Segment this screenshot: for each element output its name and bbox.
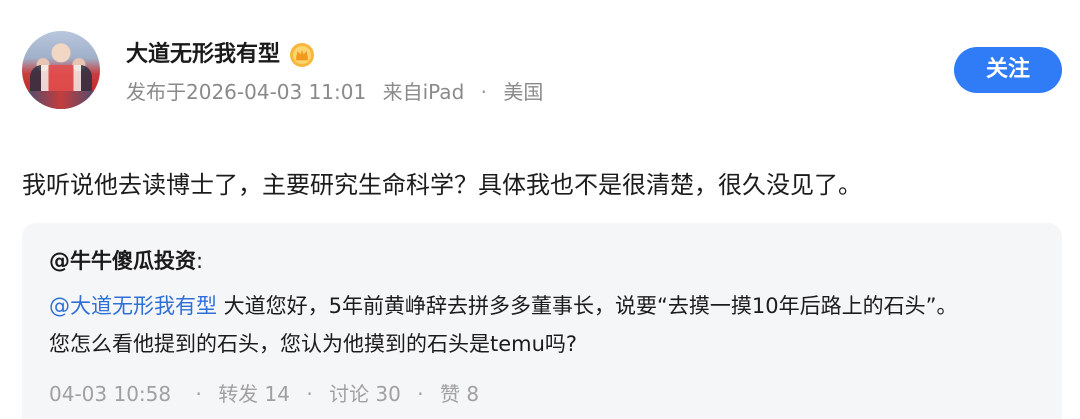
post-header: 大道无形我有型 发布于2026-04-03 11:01 来自iPad · 美国 … xyxy=(22,31,1062,111)
quoted-text: @大道无形我有型 大道您好，5年前黄峥辞去拼多多董事长，说要“去摸一摸10年后路… xyxy=(49,287,1049,363)
quoted-author-name[interactable]: @牛牛傻瓜投资 xyxy=(49,249,196,273)
post-meta: 发布于2026-04-03 11:01 来自iPad · 美国 xyxy=(126,77,543,107)
quoted-text-line2: 您怎么看他提到的石头，您认为他摸到的石头是temu吗? xyxy=(49,332,578,356)
username[interactable]: 大道无形我有型 xyxy=(126,39,280,71)
footer-separator: · xyxy=(195,382,202,406)
like-count[interactable]: 赞 8 xyxy=(440,382,479,406)
user-avatar[interactable] xyxy=(22,31,100,109)
repost-count[interactable]: 转发 14 xyxy=(218,382,290,406)
meta-separator: · xyxy=(480,80,487,104)
comment-count[interactable]: 讨论 30 xyxy=(329,382,401,406)
vip-crown-badge-icon[interactable] xyxy=(289,42,315,68)
quoted-author: @牛牛傻瓜投资: xyxy=(49,245,203,277)
follow-button[interactable]: 关注 xyxy=(954,47,1062,93)
quoted-text-line1: 大道您好，5年前黄峥辞去拼多多董事长，说要“去摸一摸10年后路上的石头”。 xyxy=(217,294,958,318)
post-source: 来自iPad xyxy=(382,80,465,104)
post-location: 美国 xyxy=(503,80,544,104)
footer-separator: · xyxy=(417,382,424,406)
quoted-footer: 04-03 10:58 · 转发 14 · 讨论 30 · 赞 8 xyxy=(49,378,479,410)
post-time: 发布于2026-04-03 11:01 xyxy=(126,80,367,104)
quoted-author-colon: : xyxy=(196,249,204,273)
quoted-post[interactable]: @牛牛傻瓜投资: @大道无形我有型 大道您好，5年前黄峥辞去拼多多董事长，说要“… xyxy=(22,223,1062,419)
post-text: 我听说他去读博士了，主要研究生命科学？具体我也不是很清楚，很久没见了。 xyxy=(22,171,862,199)
quoted-time: 04-03 10:58 xyxy=(49,382,172,406)
mention-link[interactable]: @大道无形我有型 xyxy=(49,294,217,318)
footer-separator: · xyxy=(306,382,313,406)
